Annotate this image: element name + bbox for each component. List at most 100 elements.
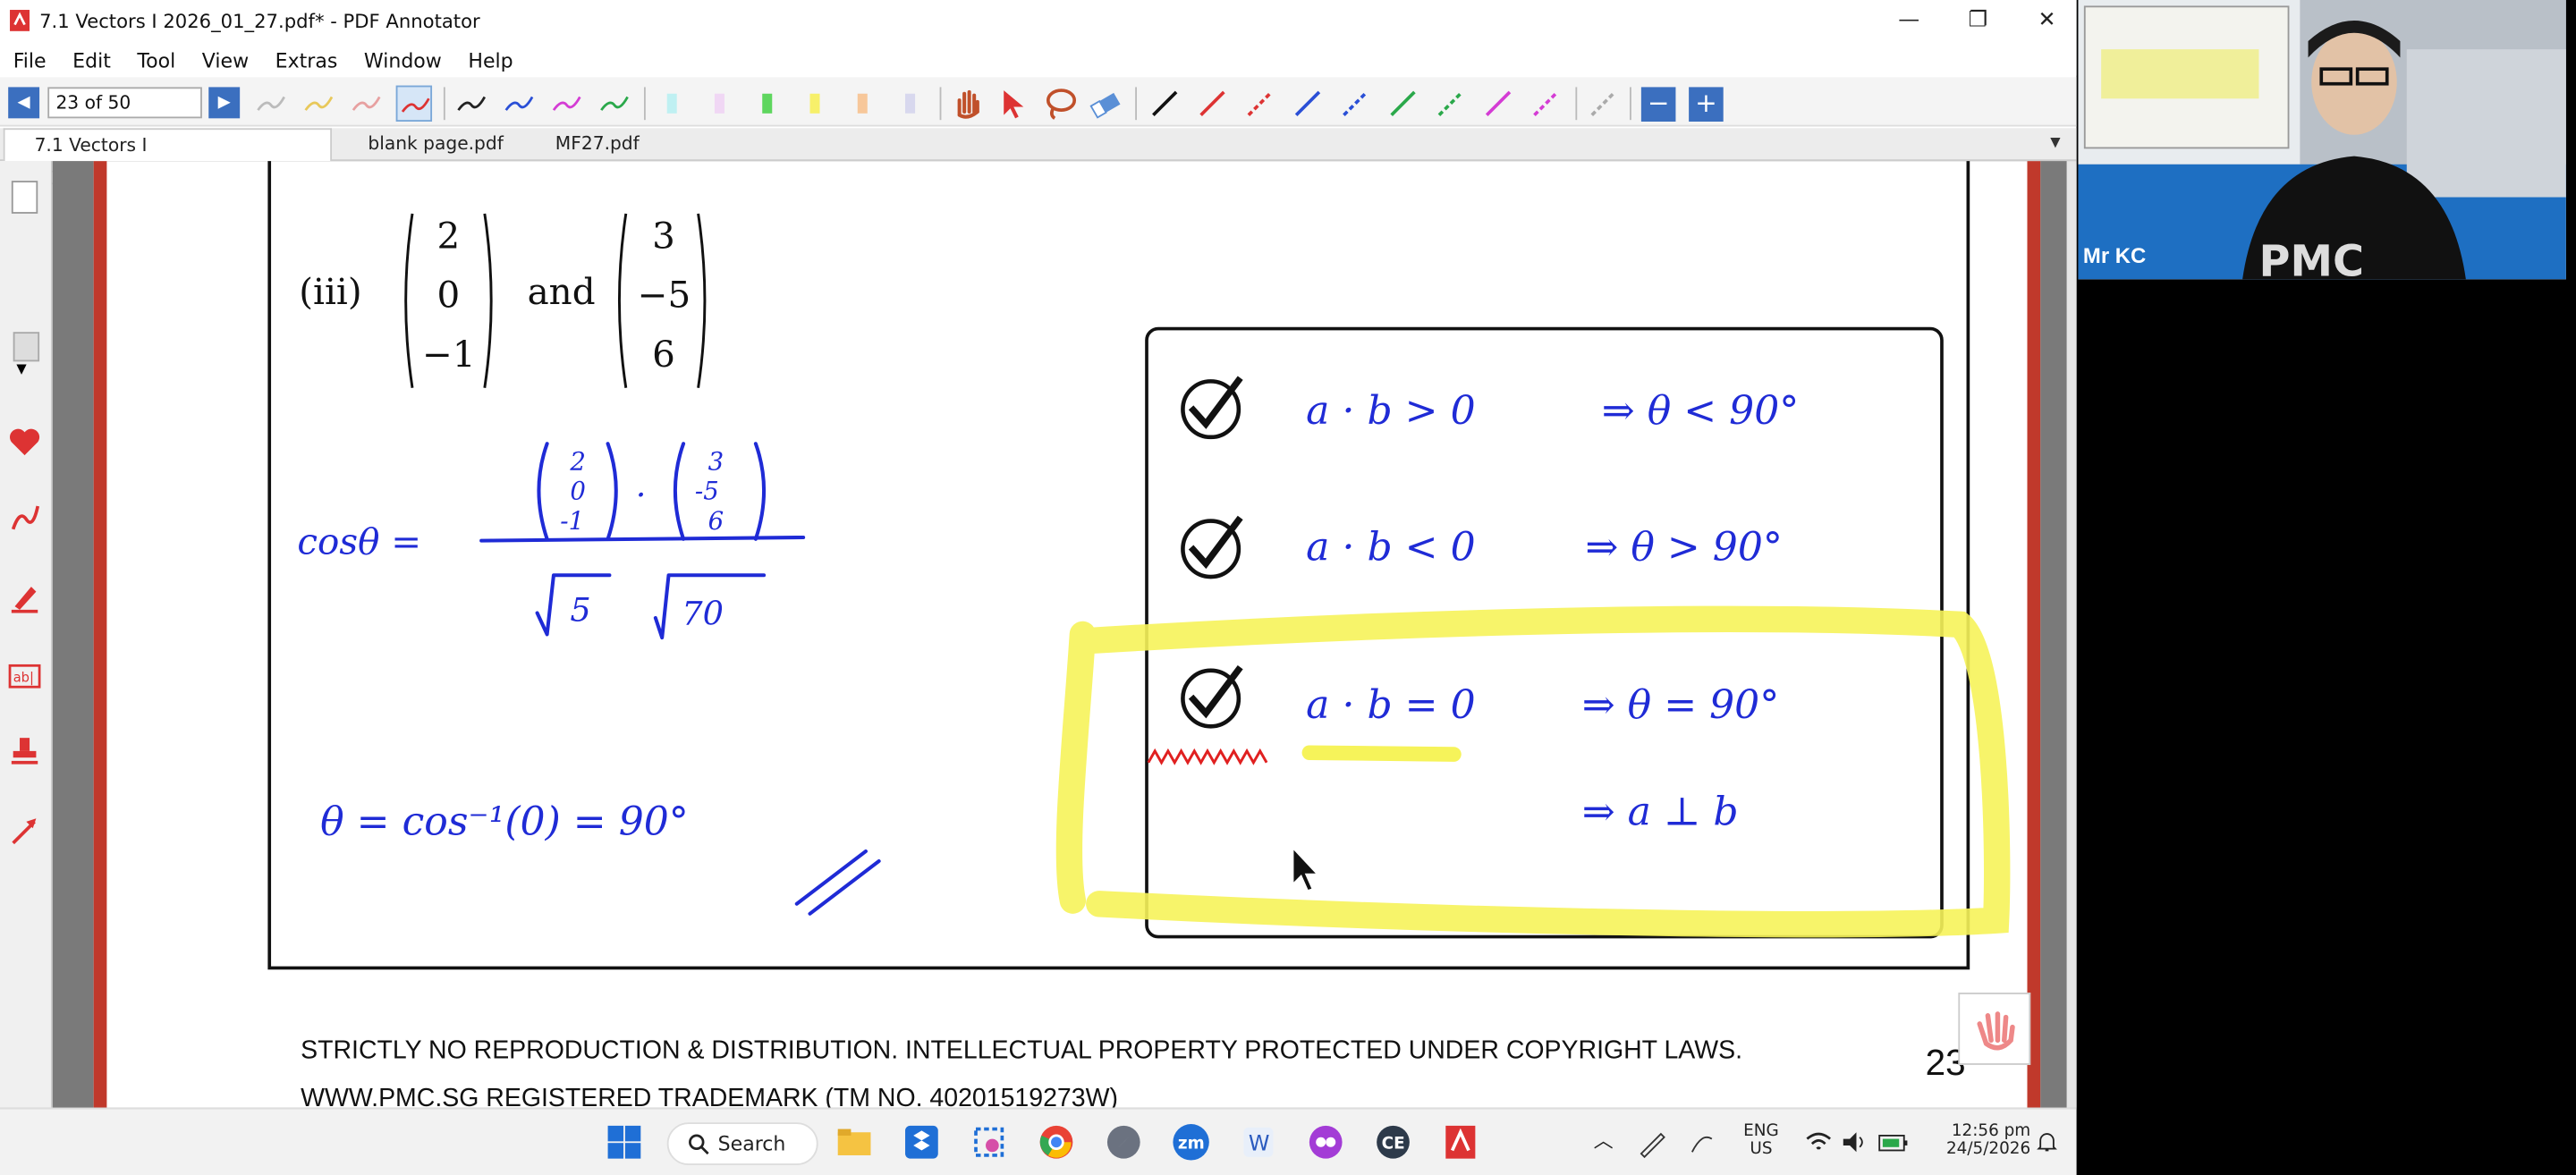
windows-start-icon[interactable] <box>605 1122 644 1162</box>
wifi-icon[interactable] <box>1804 1128 1834 1157</box>
arrow-tool-icon[interactable] <box>6 812 42 848</box>
hw-cos-label: cosθ = <box>297 520 421 562</box>
menu-extras[interactable]: Extras <box>275 46 338 75</box>
volume-icon[interactable] <box>1840 1128 1869 1157</box>
language-indicator[interactable]: ENG US <box>1738 1122 1784 1158</box>
line-blue-icon[interactable] <box>1290 86 1326 122</box>
text-box-icon[interactable]: ab| <box>6 657 42 693</box>
touch-keyboard-icon[interactable] <box>1685 1126 1718 1159</box>
menu-help[interactable]: Help <box>468 46 513 75</box>
menu-window[interactable]: Window <box>364 46 442 75</box>
zoom-in-button[interactable]: + <box>1689 87 1724 122</box>
dropbox-icon[interactable] <box>902 1122 941 1162</box>
highlighter-orange-icon[interactable] <box>844 86 880 122</box>
pen-tool-icon[interactable] <box>6 500 42 536</box>
pen-pink-icon[interactable] <box>348 86 384 122</box>
tab-scroll-down-icon[interactable]: ▼ <box>2050 135 2066 155</box>
highlighter-gray-icon[interactable] <box>892 86 928 122</box>
select-arrow-icon[interactable] <box>996 86 1031 122</box>
pen-magenta-icon[interactable] <box>548 86 584 122</box>
hw-num-a: -1 <box>560 507 584 536</box>
tab-blank-page[interactable]: blank page.pdf <box>338 128 519 161</box>
zoom-app-icon[interactable]: zm <box>1172 1122 1211 1162</box>
highlighter-yellow-icon[interactable] <box>797 86 833 122</box>
maximize-button[interactable]: ❐ <box>1945 5 2011 38</box>
highlighter-green-icon[interactable] <box>750 86 785 122</box>
eraser-icon[interactable] <box>1088 86 1123 122</box>
pen-menu-icon[interactable] <box>1636 1126 1669 1159</box>
pdf-annotator-window: 7.1 Vectors I 2026_01_27.pdf* - PDF Anno… <box>0 0 2077 1108</box>
menu-file[interactable]: File <box>13 46 47 75</box>
menu-edit[interactable]: Edit <box>72 46 111 75</box>
stamp-icon[interactable] <box>6 733 42 769</box>
line-black-icon[interactable] <box>1147 86 1182 122</box>
vertical-scrollbar[interactable] <box>2066 161 2077 1108</box>
webcam-image: PMC <box>2078 0 2566 280</box>
dashed-line-magenta-icon[interactable] <box>1528 86 1563 122</box>
line-magenta-icon[interactable] <box>1480 86 1516 122</box>
highlighter-lavender-icon[interactable] <box>701 86 737 122</box>
word-app-icon[interactable]: W <box>1239 1122 1278 1162</box>
color-swatch-icon[interactable] <box>13 332 40 362</box>
hand-icon <box>1977 1011 2015 1051</box>
snipping-tool-icon[interactable] <box>970 1122 1009 1162</box>
minimize-button[interactable]: — <box>1877 5 1942 38</box>
ce-app-icon[interactable]: CE <box>1373 1122 1412 1162</box>
notifications-bell-icon[interactable] <box>2034 1129 2060 1155</box>
left-tool-sidebar: ▼ ab| <box>0 161 53 1108</box>
line-red-icon[interactable] <box>1194 86 1230 122</box>
toolbar-separator <box>443 87 445 121</box>
menu-tool[interactable]: Tool <box>137 46 175 75</box>
hw-rule1-rhs: ⇒ θ < 90° <box>1602 388 1800 434</box>
next-page-button[interactable]: ▶ <box>208 87 241 119</box>
pen-black-icon[interactable] <box>453 86 489 122</box>
toolbar: ◀ 23 of 50 ▶ − + <box>0 77 2077 127</box>
clock-time: 12:56 pm <box>1951 1122 2031 1141</box>
chevron-down-icon[interactable]: ▼ <box>16 361 52 397</box>
highlighter-tool-icon[interactable] <box>6 579 42 614</box>
clock[interactable]: 12:56 pm 24/5/2026 <box>1932 1122 2030 1158</box>
pen-yellow-icon[interactable] <box>301 86 336 122</box>
chrome-icon[interactable] <box>1037 1122 1076 1162</box>
zoom-out-button[interactable]: − <box>1640 87 1676 122</box>
page-thumbnail-icon[interactable] <box>11 181 38 214</box>
close-window-button[interactable]: ✕ <box>2014 5 2080 38</box>
pen-blue-icon[interactable] <box>501 86 537 122</box>
pdf-annotator-taskbar-icon[interactable] <box>1441 1122 1480 1162</box>
hw-rule1-lhs: a · b > 0 <box>1306 388 1475 434</box>
battery-icon[interactable] <box>1877 1128 1910 1157</box>
dashed-line-green-icon[interactable] <box>1433 86 1469 122</box>
hw-rule3-lhs: a · b = 0 <box>1306 682 1475 728</box>
checkmark-icon <box>1181 376 1243 440</box>
hw-result: θ = cos⁻¹(0) = 90° <box>320 799 689 845</box>
mouse-cursor-icon <box>1292 845 1320 892</box>
file-explorer-icon[interactable] <box>835 1122 874 1162</box>
dashed-line-gray-icon[interactable] <box>1585 86 1621 122</box>
pen-green-icon[interactable] <box>597 86 632 122</box>
dashed-line-blue-icon[interactable] <box>1337 86 1373 122</box>
favorites-heart-icon[interactable] <box>6 424 42 460</box>
tab-vectors[interactable]: 7.1 Vectors I 2026_01_27.pdf*✕ <box>3 128 333 189</box>
taskbar-search[interactable]: Search <box>666 1122 818 1166</box>
pen-red-active-icon[interactable] <box>395 85 433 122</box>
previous-page-button[interactable]: ◀ <box>8 87 40 119</box>
page-number-field[interactable]: 23 of 50 <box>47 87 202 119</box>
hw-num-b: 6 <box>708 507 724 536</box>
tab-mf27[interactable]: MF27.pdf <box>526 128 674 161</box>
lasso-icon[interactable] <box>1041 86 1077 122</box>
safari-icon[interactable] <box>1104 1122 1143 1162</box>
hand-tool-icon[interactable] <box>950 86 986 122</box>
toolbar-separator <box>1135 87 1137 121</box>
menu-view[interactable]: View <box>202 46 249 75</box>
lang-top: ENG <box>1743 1122 1779 1141</box>
tray-expand-icon[interactable]: ︿ <box>1594 1126 1614 1154</box>
hw-num-b: 3 <box>708 448 724 477</box>
dashed-line-red-icon[interactable] <box>1242 86 1278 122</box>
pen-thin-gray-icon[interactable] <box>253 86 289 122</box>
highlighter-cyan-icon[interactable] <box>654 86 690 122</box>
raise-hand-button[interactable] <box>1958 993 2031 1065</box>
line-green-icon[interactable] <box>1385 86 1420 122</box>
copilot-icon[interactable] <box>1306 1122 1345 1162</box>
document-view[interactable]: (iii) 2 0 −1 and 3 −5 6 cosθ = 2 0 -1 · … <box>52 161 2077 1108</box>
toolbar-separator <box>643 87 646 121</box>
